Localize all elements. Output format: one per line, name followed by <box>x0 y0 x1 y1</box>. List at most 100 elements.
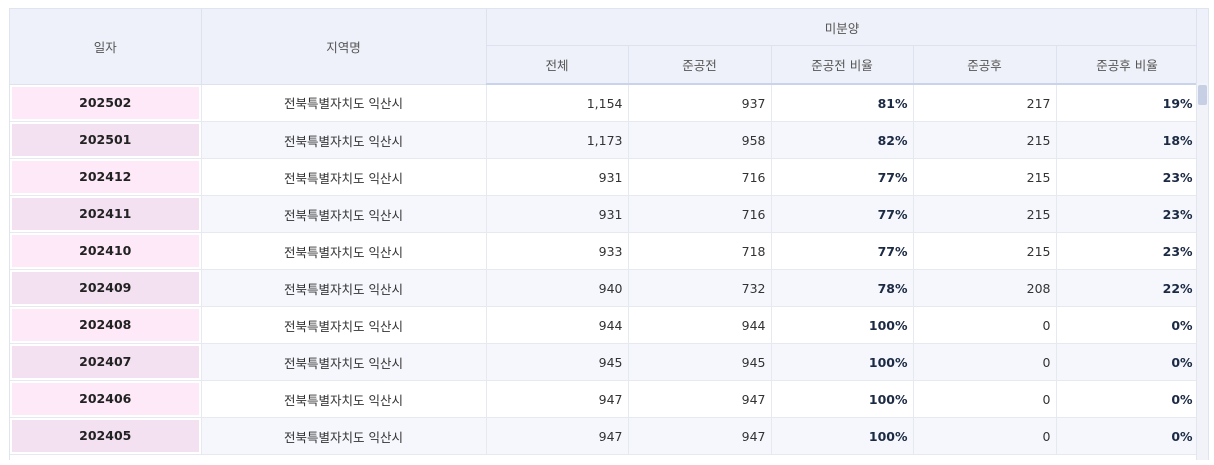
cell-pre-completion-ratio: 100% <box>771 306 914 344</box>
cell-pre-completion: 716 <box>628 158 772 196</box>
table-row[interactable]: 202410 전북특별자치도 익산시 933 718 77% 215 23% <box>10 232 1199 270</box>
cell-region: 전북특별자치도 익산시 <box>201 417 487 455</box>
cell-post-completion: 208 <box>913 269 1057 307</box>
cell-post-completion: 215 <box>913 232 1057 270</box>
column-header-region[interactable]: 지역명 <box>201 9 487 85</box>
cell-region: 전북특별자치도 익산시 <box>201 121 487 159</box>
cell-total: 947 <box>486 417 629 455</box>
cell-post-completion-ratio: 0% <box>1056 306 1199 344</box>
column-header-total[interactable]: 전체 <box>486 45 629 85</box>
cell-pre-completion-ratio: 77% <box>771 232 914 270</box>
cell-post-completion: 0 <box>913 417 1057 455</box>
date-label: 202408 <box>12 309 199 341</box>
column-header-post-completion[interactable]: 준공후 <box>913 45 1057 85</box>
cell-date: 202502 <box>10 84 202 122</box>
cell-pre-completion: 947 <box>628 380 772 418</box>
column-group-header-unsold: 미분양 <box>486 9 1199 46</box>
scrollbar-thumb[interactable] <box>1198 85 1207 105</box>
cell-total: 1,154 <box>486 84 629 122</box>
cell-region: 전북특별자치도 익산시 <box>201 232 487 270</box>
date-label: 202501 <box>12 124 199 156</box>
date-label: 202406 <box>12 383 199 415</box>
cell-date: 202406 <box>10 380 202 418</box>
date-label: 202502 <box>12 86 199 119</box>
table-row[interactable]: 202502 전북특별자치도 익산시 1,154 937 81% 217 19% <box>10 84 1199 122</box>
cell-date: 202412 <box>10 158 202 196</box>
cell-region: 전북특별자치도 익산시 <box>201 306 487 344</box>
cell-post-completion: 217 <box>913 84 1057 122</box>
date-label: 202405 <box>12 420 199 452</box>
table-body: 202502 전북특별자치도 익산시 1,154 937 81% 217 19% 202501… <box>10 84 1199 455</box>
cell-pre-completion: 944 <box>628 306 772 344</box>
column-header-post-completion-ratio[interactable]: 준공후 비율 <box>1056 45 1199 85</box>
table-row[interactable]: 202501 전북특별자치도 익산시 1,173 958 82% 215 18% <box>10 121 1199 159</box>
cell-post-completion-ratio: 23% <box>1056 232 1199 270</box>
cell-pre-completion: 732 <box>628 269 772 307</box>
cell-post-completion-ratio: 23% <box>1056 195 1199 233</box>
date-label: 202412 <box>12 161 199 193</box>
cell-region: 전북특별자치도 익산시 <box>201 158 487 196</box>
cell-date: 202405 <box>10 417 202 455</box>
cell-post-completion-ratio: 18% <box>1056 121 1199 159</box>
cell-total: 947 <box>486 380 629 418</box>
cell-pre-completion: 945 <box>628 343 772 381</box>
cell-pre-completion: 937 <box>628 84 772 122</box>
cell-pre-completion-ratio: 77% <box>771 195 914 233</box>
header-scroll-gutter <box>1196 9 1208 83</box>
cell-pre-completion-ratio: 100% <box>771 417 914 455</box>
cell-pre-completion-ratio: 100% <box>771 343 914 381</box>
cell-pre-completion-ratio: 78% <box>771 269 914 307</box>
cell-total: 933 <box>486 232 629 270</box>
cell-post-completion-ratio: 19% <box>1056 84 1199 122</box>
cell-pre-completion-ratio: 100% <box>771 380 914 418</box>
cell-pre-completion-ratio: 81% <box>771 84 914 122</box>
cell-total: 940 <box>486 269 629 307</box>
cell-total: 944 <box>486 306 629 344</box>
cell-region: 전북특별자치도 익산시 <box>201 380 487 418</box>
cell-post-completion: 0 <box>913 380 1057 418</box>
cell-region: 전북특별자치도 익산시 <box>201 269 487 307</box>
cell-pre-completion: 718 <box>628 232 772 270</box>
table-row[interactable]: 202408 전북특별자치도 익산시 944 944 100% 0 0% <box>10 306 1199 344</box>
vertical-scrollbar[interactable] <box>1196 83 1208 460</box>
cell-region: 전북특별자치도 익산시 <box>201 84 487 122</box>
cell-pre-completion: 947 <box>628 417 772 455</box>
table-row[interactable]: 202405 전북특별자치도 익산시 947 947 100% 0 0% <box>10 417 1199 455</box>
cell-post-completion-ratio: 23% <box>1056 158 1199 196</box>
cell-date: 202501 <box>10 121 202 159</box>
cell-date: 202407 <box>10 343 202 381</box>
cell-post-completion: 215 <box>913 195 1057 233</box>
cell-post-completion: 0 <box>913 306 1057 344</box>
cell-region: 전북특별자치도 익산시 <box>201 343 487 381</box>
cell-region: 전북특별자치도 익산시 <box>201 195 487 233</box>
column-header-pre-completion[interactable]: 준공전 <box>628 45 772 85</box>
cell-pre-completion: 958 <box>628 121 772 159</box>
date-label: 202411 <box>12 198 199 230</box>
table-row[interactable]: 202409 전북특별자치도 익산시 940 732 78% 208 22% <box>10 269 1199 307</box>
cell-post-completion-ratio: 22% <box>1056 269 1199 307</box>
cell-date: 202410 <box>10 232 202 270</box>
cell-date: 202409 <box>10 269 202 307</box>
unsold-housing-table: 일자 지역명 미분양 전체 준공전 준공전 비율 준공후 준공후 비율 2025… <box>10 9 1199 455</box>
column-header-pre-completion-ratio[interactable]: 준공전 비율 <box>771 45 914 85</box>
cell-pre-completion-ratio: 82% <box>771 121 914 159</box>
date-label: 202407 <box>12 346 199 378</box>
cell-pre-completion-ratio: 77% <box>771 158 914 196</box>
column-header-date[interactable]: 일자 <box>10 9 202 85</box>
cell-pre-completion: 716 <box>628 195 772 233</box>
table-row[interactable]: 202407 전북특별자치도 익산시 945 945 100% 0 0% <box>10 343 1199 381</box>
date-label: 202409 <box>12 272 199 304</box>
date-label: 202410 <box>12 235 199 267</box>
cell-total: 945 <box>486 343 629 381</box>
cell-post-completion: 215 <box>913 158 1057 196</box>
cell-total: 931 <box>486 195 629 233</box>
table-row[interactable]: 202412 전북특별자치도 익산시 931 716 77% 215 23% <box>10 158 1199 196</box>
cell-post-completion-ratio: 0% <box>1056 380 1199 418</box>
cell-total: 931 <box>486 158 629 196</box>
cell-date: 202411 <box>10 195 202 233</box>
table-row[interactable]: 202406 전북특별자치도 익산시 947 947 100% 0 0% <box>10 380 1199 418</box>
table-row[interactable]: 202411 전북특별자치도 익산시 931 716 77% 215 23% <box>10 195 1199 233</box>
cell-date: 202408 <box>10 306 202 344</box>
cell-post-completion-ratio: 0% <box>1056 417 1199 455</box>
unsold-housing-table-container: 일자 지역명 미분양 전체 준공전 준공전 비율 준공후 준공후 비율 2025… <box>9 8 1209 460</box>
